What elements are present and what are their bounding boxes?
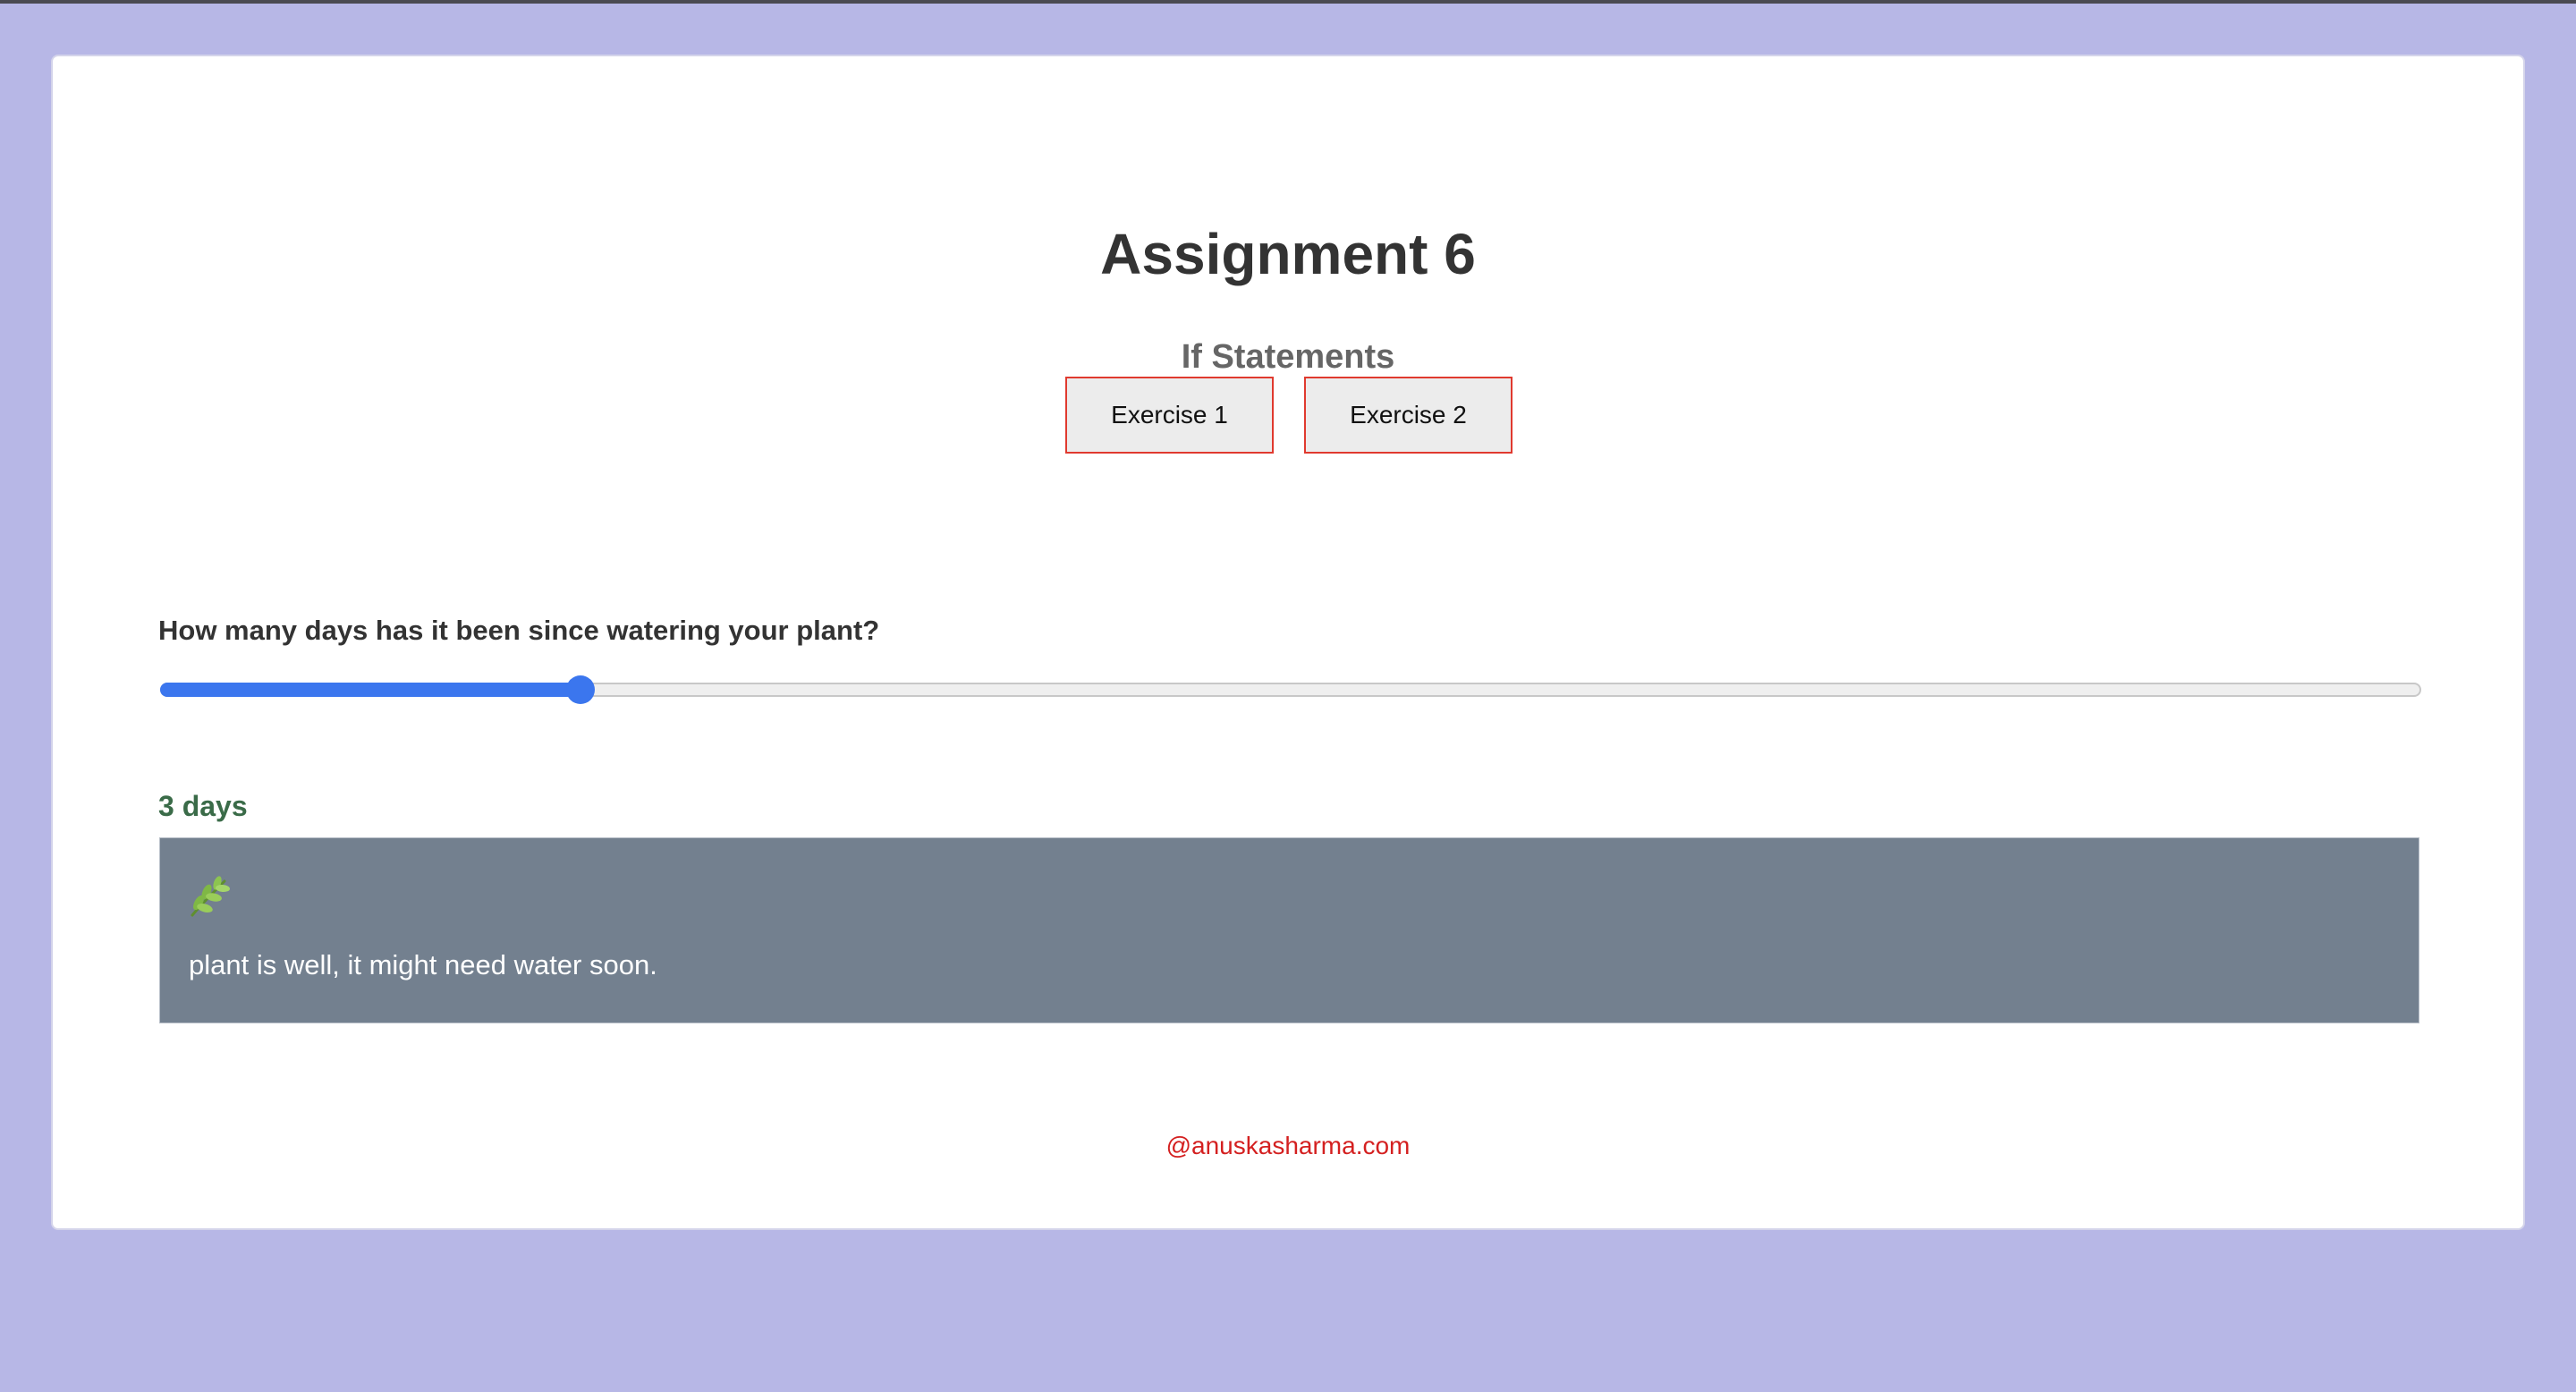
days-slider[interactable] bbox=[160, 668, 2421, 711]
result-message: plant is well, it might need water soon. bbox=[189, 949, 657, 980]
main-card: Assignment 6 If Statements Exercise 1 Ex… bbox=[51, 55, 2525, 1230]
days-value-label: 3 days bbox=[158, 790, 248, 822]
result-box: plant is well, it might need water soon. bbox=[159, 837, 2419, 1023]
exercise-2-button[interactable]: Exercise 2 bbox=[1304, 377, 1513, 454]
herb-icon bbox=[185, 874, 232, 919]
slider-thumb[interactable] bbox=[566, 675, 596, 704]
page-title: Assignment 6 bbox=[1100, 222, 1476, 286]
question-label: How many days has it been since watering… bbox=[158, 615, 880, 646]
page-subtitle: If Statements bbox=[1181, 338, 1395, 376]
slider-fill bbox=[160, 683, 581, 697]
footer-link[interactable]: @anuskasharma.com bbox=[53, 1130, 2523, 1162]
exercise-1-button[interactable]: Exercise 1 bbox=[1065, 377, 1274, 454]
